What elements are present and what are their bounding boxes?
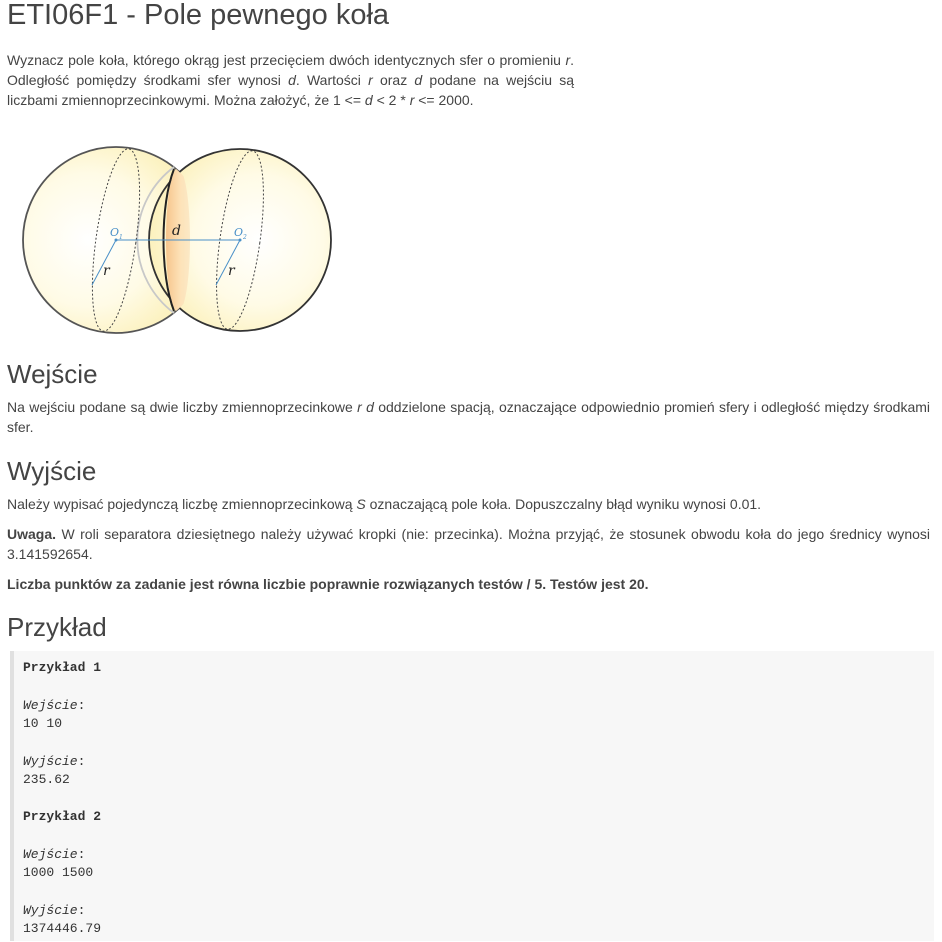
input-text: Na wejściu podane są dwie liczby zmienno… [7,399,358,415]
example-input-label-text: Wejście [23,698,78,713]
example-input-label: Wejście: [23,847,86,862]
statement-text: <= 2000. [414,92,474,108]
example-input-value: 1000 1500 [23,865,94,880]
points-note: Liczba punktów za zadanie jest równa lic… [7,574,930,594]
output-text: Należy wypisać pojedynczą liczbę zmienno… [7,496,357,512]
output-description: Należy wypisać pojedynczą liczbę zmienno… [7,494,930,514]
example-input-label-text: Wejście [23,847,78,862]
statement-text: < 2 * [372,92,410,108]
example-input-value: 10 10 [23,716,63,731]
label-d: d [172,223,181,239]
example-title: Przykład 1 [23,660,102,675]
example-output-label-text: Wyjście [23,754,78,769]
example-output-label: Wyjście: [23,754,86,769]
input-vars: r d [357,399,374,415]
input-heading: Wejście [7,359,98,389]
output-note: Uwaga. W roli separatora dziesiętnego na… [7,524,930,564]
example-heading: Przykład [7,612,107,642]
label-o2-text: O [234,226,243,239]
spheres-figure: O1 O2 d r r [22,146,332,334]
example-input-label: Wejście: [23,698,86,713]
statement-text: . Wartości [295,72,369,88]
note-label: Uwaga. [7,526,57,542]
input-description: Na wejściu podane są dwie liczby zmienno… [7,397,930,437]
example-output-value: 235.62 [23,772,70,787]
var-d: d [288,72,296,88]
example-output-label: Wyjście: [23,903,86,918]
var-d: d [364,92,373,108]
problem-statement: Wyznacz pole koła, którego okrąg jest pr… [7,50,574,110]
output-var: S [356,496,366,512]
note-text: W roli separatora dziesiętnego należy uż… [7,526,930,562]
points-text: Liczba punktów za zadanie jest równa lic… [7,576,649,592]
example-output-label-text: Wyjście [23,903,78,918]
label-o1-sub: 1 [119,234,123,241]
output-heading: Wyjście [7,456,97,486]
statement-text: oraz [372,72,415,88]
example-title: Przykład 2 [23,809,102,824]
example-output-value: 1374446.79 [23,921,102,936]
examples-block: Przykład 1 Wejście: 10 10 Wyjście: 235.6… [10,651,934,941]
label-o2-sub: 2 [242,234,247,241]
label-o1-text: O [110,226,119,239]
page-title: ETI06F1 - Pole pewnego koła [7,0,390,31]
output-text: oznaczającą pole koła. Dopuszczalny błąd… [365,496,762,512]
statement-text: Wyznacz pole koła, którego okrąg jest pr… [7,52,566,68]
